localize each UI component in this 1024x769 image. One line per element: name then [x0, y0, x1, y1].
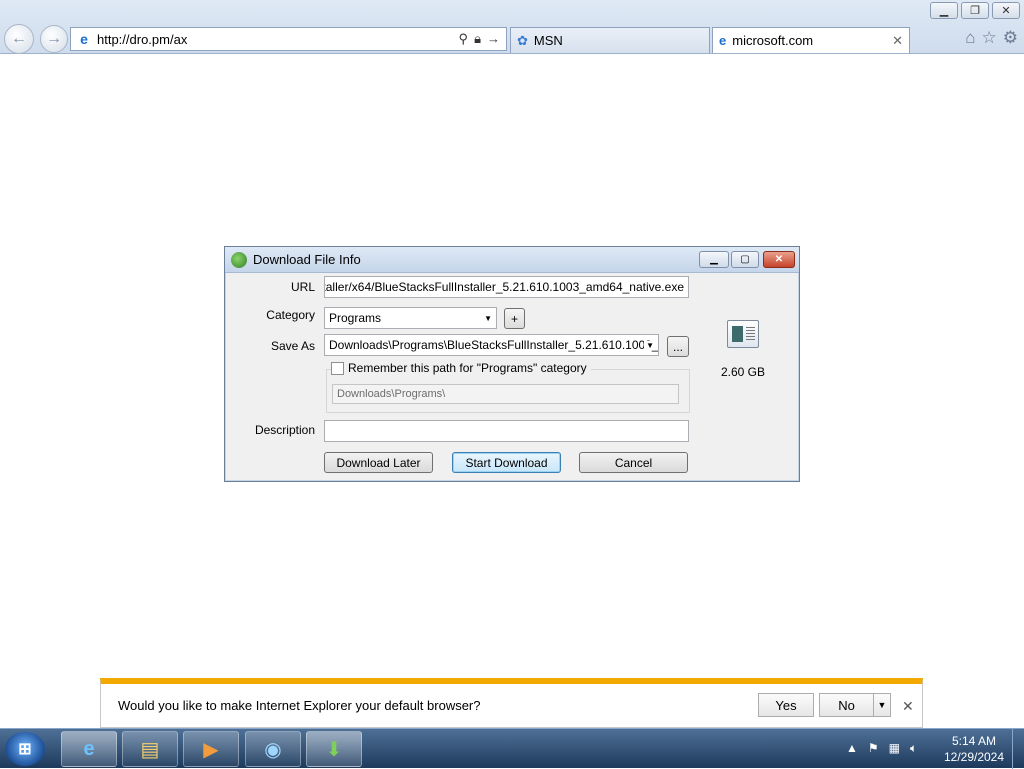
gear-icon[interactable]: ⚙	[1003, 28, 1018, 48]
msn-icon: ✿	[517, 32, 528, 48]
tab-msn[interactable]: ✿ MSN	[510, 27, 710, 53]
dialog-close-button[interactable]: ✕	[763, 251, 795, 268]
network-icon[interactable]: ▦	[889, 741, 900, 756]
start-button[interactable]: ⊞	[5, 732, 45, 766]
file-type-icon	[727, 320, 759, 348]
chevron-down-icon: ▼	[877, 700, 887, 710]
remember-path-field: Downloads\Programs\	[332, 384, 679, 404]
ie-icon: e	[83, 737, 95, 760]
tab-label: MSN	[533, 33, 563, 48]
dialog-maximize-button[interactable]: ▢	[731, 251, 759, 268]
idm-icon	[231, 251, 247, 268]
ie-icon: e	[719, 33, 727, 48]
restore-button[interactable]: ❐	[961, 2, 989, 19]
yes-button[interactable]: Yes	[758, 693, 814, 717]
taskbar-media-player[interactable]: ▶	[183, 731, 239, 767]
download-file-info-dialog: Download File Info ▁ ▢ ✕ URL .llInstalle…	[224, 246, 800, 482]
lock-icon[interactable]: 🔒︎	[474, 31, 481, 47]
chevron-down-icon: ▼	[644, 341, 654, 350]
favorites-icon[interactable]: ☆	[982, 28, 997, 48]
forward-button[interactable]: →	[40, 25, 68, 53]
save-as-label: Save As	[270, 339, 315, 353]
remember-path-label: Remember this path for "Programs" catego…	[348, 361, 587, 375]
clock-time: 5:14 AM	[951, 734, 997, 748]
clock-date: 12/29/2024	[943, 750, 1005, 764]
taskbar-app[interactable]: ◉	[245, 731, 301, 767]
taskbar-idm[interactable]: ⬇	[306, 731, 362, 767]
back-arrow-icon: ←	[11, 30, 27, 47]
taskbar-explorer[interactable]: ▤	[122, 731, 178, 767]
window-controls: ▁ ❐ ✕	[930, 2, 1020, 19]
remember-path-checkbox[interactable]	[331, 361, 344, 375]
description-label: Description	[254, 423, 315, 437]
globe-icon: ◉	[264, 738, 282, 761]
remember-path-checkbox-row[interactable]: Remember this path for "Programs" catego…	[331, 361, 591, 375]
back-button[interactable]: ←	[4, 24, 34, 54]
close-notification-icon[interactable]: ✕	[902, 698, 914, 715]
flag-icon[interactable]: ⚑	[868, 741, 879, 756]
save-as-value: Downloads\Programs\BlueStacksFullInstall…	[329, 338, 659, 352]
browser-chrome: ▁ ❐ ✕ ← → e http://dro.pm/ax ⚲ 🔒︎ → ✿ MS…	[0, 0, 1024, 54]
clock[interactable]: 5:14 AM 12/29/2024	[938, 733, 1010, 765]
url-label: URL	[290, 280, 315, 294]
no-options-dropdown[interactable]: ▼	[873, 693, 891, 717]
minimize-button[interactable]: ▁	[930, 2, 958, 19]
tab-label: microsoft.com	[732, 33, 814, 48]
default-browser-notification: Would you like to make Internet Explorer…	[100, 678, 923, 728]
taskbar-ie[interactable]: e	[61, 731, 117, 767]
address-bar[interactable]: e http://dro.pm/ax ⚲ 🔒︎ →	[70, 27, 507, 51]
forward-arrow-icon: →	[46, 30, 62, 47]
category-value: Programs	[329, 311, 382, 325]
address-text[interactable]: http://dro.pm/ax	[93, 32, 459, 47]
tab-microsoft[interactable]: e microsoft.com ✕	[712, 27, 910, 53]
notification-message: Would you like to make Internet Explorer…	[118, 698, 481, 713]
add-category-button[interactable]: +	[504, 308, 525, 329]
remember-path-value: Downloads\Programs\	[337, 388, 446, 400]
download-later-button[interactable]: Download Later	[324, 452, 433, 473]
go-arrow-icon[interactable]: →	[487, 31, 500, 47]
url-field[interactable]: .llInstaller/x64/BlueStacksFullInstaller…	[324, 276, 689, 298]
show-desktop-button[interactable]	[1012, 729, 1024, 769]
media-player-icon: ▶	[203, 738, 219, 761]
folder-icon: ▤	[140, 738, 160, 761]
file-size: 2.60 GB	[720, 365, 766, 379]
description-field[interactable]	[324, 420, 689, 442]
no-button[interactable]: No	[819, 693, 874, 717]
start-download-button[interactable]: Start Download	[452, 452, 561, 473]
category-dropdown[interactable]: Programs ▼	[324, 307, 497, 329]
close-button[interactable]: ✕	[992, 2, 1020, 19]
dialog-title: Download File Info	[253, 252, 361, 267]
search-icon[interactable]: ⚲	[459, 31, 469, 47]
close-tab-icon[interactable]: ✕	[892, 33, 903, 49]
show-hidden-icons-icon[interactable]: ▲	[846, 741, 858, 756]
idm-icon: ⬇	[325, 738, 343, 761]
chevron-down-icon: ▼	[484, 314, 492, 323]
cancel-button[interactable]: Cancel	[579, 452, 688, 473]
windows-logo-icon: ⊞	[18, 741, 32, 758]
browse-button[interactable]: ...	[667, 336, 689, 357]
home-icon[interactable]: ⌂	[965, 28, 975, 48]
category-label: Category	[266, 308, 315, 322]
save-as-dropdown[interactable]: Downloads\Programs\BlueStacksFullInstall…	[324, 334, 659, 356]
url-value: .llInstaller/x64/BlueStacksFullInstaller…	[324, 280, 684, 294]
dialog-minimize-button[interactable]: ▁	[699, 251, 729, 268]
taskbar: ⊞ e ▤ ▶ ◉ ⬇ ▲ ⚑ ▦ 🔈︎ 5:14 AM 12/29/2024	[0, 728, 1024, 769]
ie-icon: e	[80, 31, 88, 47]
system-tray: ▲ ⚑ ▦ 🔈︎	[846, 741, 917, 756]
volume-muted-icon[interactable]: 🔈︎	[910, 741, 917, 756]
